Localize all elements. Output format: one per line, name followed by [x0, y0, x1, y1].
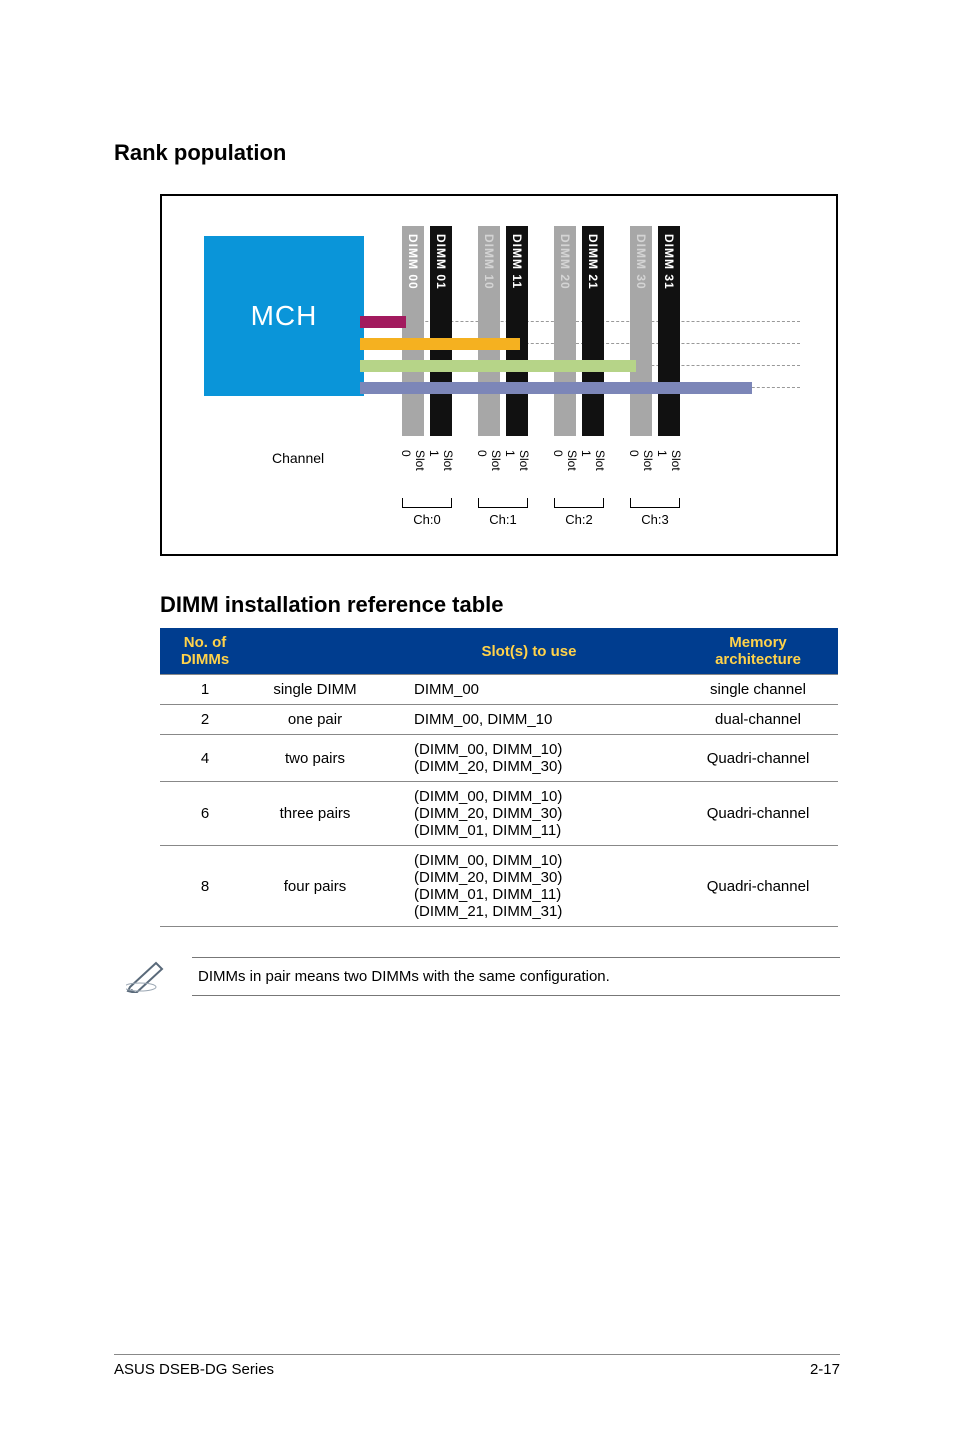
slot-label: Slot 0	[399, 450, 427, 471]
bar-ch3	[360, 382, 752, 394]
heading-rank-population: Rank population	[114, 140, 840, 166]
dimm-label: DIMM 10	[482, 234, 496, 290]
bar-ch0	[360, 316, 406, 328]
footer-left: ASUS DSEB-DG Series	[114, 1361, 274, 1378]
slot-label: Slot 0	[551, 450, 579, 471]
cell-slots: DIMM_00	[380, 675, 678, 705]
cell-no: 2	[160, 705, 250, 735]
table-row: 2one pairDIMM_00, DIMM_10dual-channel	[160, 705, 838, 735]
dimm-slot: DIMM 01 Slot 1	[430, 226, 452, 436]
cell-slots: (DIMM_00, DIMM_10)(DIMM_20, DIMM_30)	[380, 735, 678, 782]
dimm-slot: DIMM 00 Slot 0	[402, 226, 424, 436]
dimm-slot: DIMM 20 Slot 0	[554, 226, 576, 436]
bar-ch2	[360, 360, 636, 372]
cell-slots: (DIMM_00, DIMM_10)(DIMM_20, DIMM_30)(DIM…	[380, 846, 678, 927]
diagram-container: MCH Channel DIMM 00 Slot 0 DIMM 01 Slot …	[114, 194, 840, 556]
cell-desc: four pairs	[250, 846, 380, 927]
channel-name: Ch:0	[413, 512, 440, 527]
note-text: DIMMs in pair means two DIMMs with the s…	[192, 957, 840, 996]
cell-desc: single DIMM	[250, 675, 380, 705]
cell-no: 1	[160, 675, 250, 705]
dimm-label: DIMM 11	[510, 234, 524, 289]
channel-group-1: DIMM 10 Slot 0 DIMM 11 Slot 1 Ch:1	[478, 226, 528, 436]
cell-arch: dual-channel	[678, 705, 838, 735]
slot-label: Slot 1	[579, 450, 607, 471]
slot-label: Slot 1	[503, 450, 531, 471]
channel-group-2: DIMM 20 Slot 0 DIMM 21 Slot 1 Ch:2	[554, 226, 604, 436]
table-header-empty	[250, 628, 380, 675]
cell-no: 8	[160, 846, 250, 927]
cell-slots: DIMM_00, DIMM_10	[380, 705, 678, 735]
channel-name: Ch:2	[565, 512, 592, 527]
cell-desc: one pair	[250, 705, 380, 735]
dimm-slot: DIMM 10 Slot 0	[478, 226, 500, 436]
cell-no: 6	[160, 782, 250, 846]
table-row: 8four pairs(DIMM_00, DIMM_10)(DIMM_20, D…	[160, 846, 838, 927]
cell-no: 4	[160, 735, 250, 782]
mch-block: MCH	[204, 236, 364, 396]
channel-label: Channel	[272, 450, 324, 466]
dimm-slot: DIMM 30 Slot 0	[630, 226, 652, 436]
dimm-label: DIMM 20	[558, 234, 572, 290]
table-header-slots: Slot(s) to use	[380, 628, 678, 675]
channel-name: Ch:3	[641, 512, 668, 527]
cell-slots: (DIMM_00, DIMM_10)(DIMM_20, DIMM_30)(DIM…	[380, 782, 678, 846]
dimm-label: DIMM 01	[434, 234, 448, 290]
slot-label: Slot 0	[475, 450, 503, 471]
mch-label: MCH	[251, 300, 318, 332]
slot-label: Slot 1	[655, 450, 683, 471]
dimm-table-section: DIMM installation reference table No. of…	[114, 592, 840, 927]
heading-dimm-table: DIMM installation reference table	[160, 592, 840, 618]
cell-arch: Quadri-channel	[678, 735, 838, 782]
dimm-slot: DIMM 21 Slot 1	[582, 226, 604, 436]
bar-ch1	[360, 338, 520, 350]
note-block: DIMMs in pair means two DIMMs with the s…	[126, 957, 840, 996]
dimm-slots: DIMM 00 Slot 0 DIMM 01 Slot 1 Ch:0 DIMM …	[402, 226, 680, 436]
slot-label: Slot 0	[627, 450, 655, 471]
footer-right: 2-17	[810, 1361, 840, 1378]
dimm-label: DIMM 00	[406, 234, 420, 290]
page-footer: ASUS DSEB-DG Series 2-17	[114, 1354, 840, 1378]
cell-desc: two pairs	[250, 735, 380, 782]
cell-arch: single channel	[678, 675, 838, 705]
channel-name: Ch:1	[489, 512, 516, 527]
dimm-label: DIMM 30	[634, 234, 648, 290]
dimm-reference-table: No. of DIMMs Slot(s) to use Memory archi…	[160, 628, 838, 927]
cell-arch: Quadri-channel	[678, 846, 838, 927]
channel-group-0: DIMM 00 Slot 0 DIMM 01 Slot 1 Ch:0	[402, 226, 452, 436]
table-header-no: No. of DIMMs	[160, 628, 250, 675]
dimm-label: DIMM 21	[586, 234, 600, 290]
rank-population-diagram: MCH Channel DIMM 00 Slot 0 DIMM 01 Slot …	[160, 194, 838, 556]
table-row: 1single DIMMDIMM_00single channel	[160, 675, 838, 705]
dimm-slot: DIMM 31 Slot 1	[658, 226, 680, 436]
slot-label: Slot 1	[427, 450, 455, 471]
table-row: 4two pairs(DIMM_00, DIMM_10)(DIMM_20, DI…	[160, 735, 838, 782]
cell-desc: three pairs	[250, 782, 380, 846]
dimm-slot: DIMM 11 Slot 1	[506, 226, 528, 436]
channel-group-3: DIMM 30 Slot 0 DIMM 31 Slot 1 Ch:3	[630, 226, 680, 436]
dimm-label: DIMM 31	[662, 234, 676, 290]
cell-arch: Quadri-channel	[678, 782, 838, 846]
table-row: 6three pairs(DIMM_00, DIMM_10)(DIMM_20, …	[160, 782, 838, 846]
pencil-icon	[126, 957, 170, 993]
table-header-arch: Memory architecture	[678, 628, 838, 675]
